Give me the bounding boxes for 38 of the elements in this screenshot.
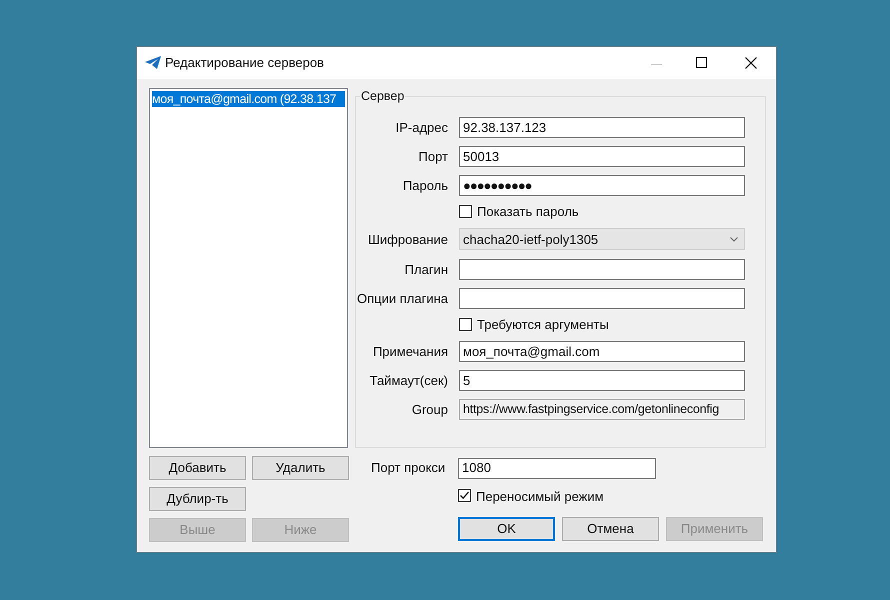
field-label: Опции плагина [356, 290, 449, 308]
dropdown[interactable]: chacha20-ietf-poly1305 [459, 228, 745, 250]
input-field[interactable]: моя_почта@gmail.com [459, 340, 745, 362]
chevron-down-icon [730, 236, 738, 242]
field-label: Плагин [404, 260, 449, 278]
list-button[interactable]: Дублир-ть [149, 487, 246, 511]
proxy-port-field[interactable]: 1080 [458, 458, 656, 478]
input-field[interactable]: https://www.fastpingservice.com/getonlineconfig [459, 398, 745, 420]
input-field[interactable]: 92.38.137.123 [459, 116, 745, 138]
checkbox-label: Переносимый режим [476, 488, 604, 506]
checkbox-label: Показать пароль [477, 203, 579, 221]
checkbox[interactable] [458, 488, 471, 502]
close-icon[interactable] [745, 57, 757, 69]
window-title: Редактирование серверов [165, 54, 324, 72]
field-label: Шифрование [367, 230, 449, 249]
checkbox-label: Требуются аргументы [477, 316, 609, 334]
dialog-button[interactable]: Отмена [562, 517, 659, 541]
input-field[interactable] [459, 258, 745, 280]
input-field[interactable]: 5 [459, 370, 745, 391]
field-label: Таймаут(сек) [368, 372, 449, 390]
field-label: Порт [418, 148, 449, 166]
input-field[interactable]: 50013 [459, 146, 745, 167]
checkbox[interactable] [459, 318, 472, 332]
field-label: Group [410, 400, 449, 419]
password-field[interactable]: ●●●●●●●●●● [459, 174, 745, 196]
dialog-button[interactable]: OK [458, 517, 555, 541]
maximize-icon[interactable] [696, 57, 707, 68]
field-label: Пароль [402, 176, 449, 195]
list-button[interactable]: Добавить [149, 456, 246, 480]
checkbox[interactable] [459, 205, 472, 218]
field-label: IP-адрес [394, 118, 449, 137]
input-field[interactable] [459, 288, 745, 309]
server-list-item[interactable]: моя_почта@gmail.com (92.38.137 [152, 91, 345, 107]
paper-plane-icon [145, 56, 161, 70]
group-title: Сервер [360, 88, 406, 105]
field-label: Примечания [372, 342, 449, 361]
list-button[interactable]: Удалить [252, 456, 349, 480]
field-label: Порт прокси [371, 459, 446, 478]
